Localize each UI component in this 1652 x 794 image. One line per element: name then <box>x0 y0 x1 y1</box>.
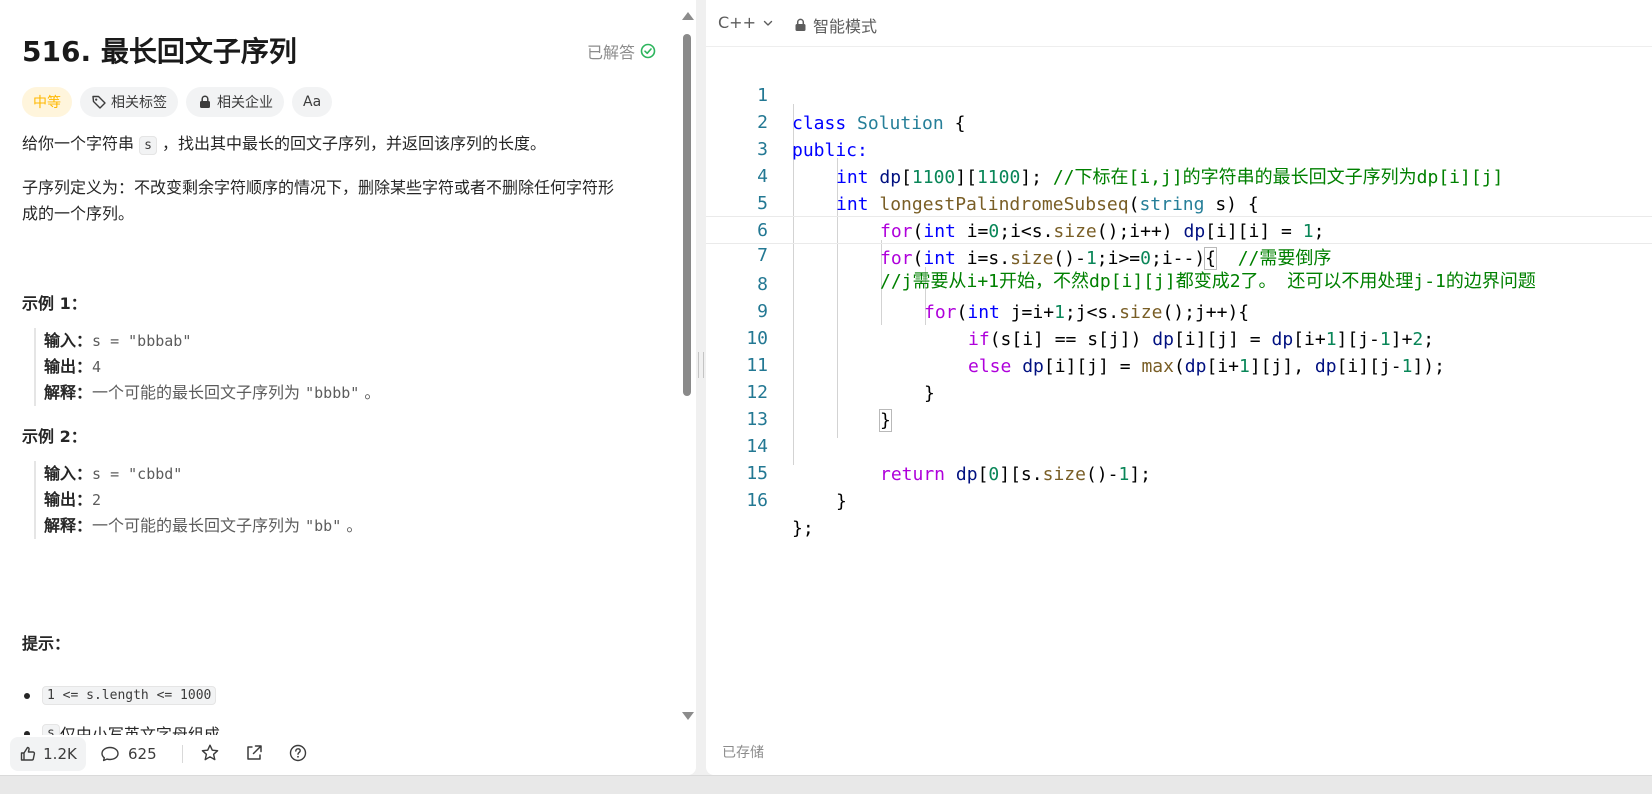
chevron-down-icon <box>763 20 773 26</box>
constraints-list: 1 <= s.length <= 1000 s 仅由小写英文字母组成 <box>22 676 642 735</box>
code-line: 13 <box>706 378 1652 430</box>
constraint-code: 1 <= s.length <= 1000 <box>42 685 217 705</box>
explain-text: 一个可能的最长回文子序列为 <box>92 383 306 402</box>
lock-icon <box>795 18 806 31</box>
constraint-item: 1 <= s.length <= 1000 <box>22 676 642 714</box>
explain-code: "bbbb" <box>305 384 360 402</box>
scrollbar-thumb[interactable] <box>683 34 691 396</box>
topics-tag-label: 相关标签 <box>111 95 167 111</box>
tag-icon <box>92 95 106 109</box>
line-number: 16 <box>746 490 768 511</box>
comment-icon <box>101 746 119 762</box>
panel-resize-handle[interactable] <box>698 352 704 378</box>
smart-mode-label: 智能模式 <box>813 17 878 36</box>
check-circle-icon <box>640 43 656 59</box>
translate-icon: Aa <box>303 94 322 110</box>
output-value: 2 <box>92 491 102 509</box>
problem-panel: 516. 最长回文子序列 已解答 中等 相关标签 相关企业 Aa 给你一个字符串… <box>0 0 696 775</box>
code-line: 5 for(int i=0;i<s.size();i++) dp[i][i] =… <box>706 162 1652 242</box>
desc-text: ，找出其中最长的回文子序列，并返回该序列的长度。 <box>156 134 547 153</box>
description-paragraph-2: 子序列定义为：不改变剩余字符顺序的情况下，删除某些字符或者不删除任何字符形成的一… <box>22 178 615 223</box>
divider <box>182 745 183 763</box>
saved-status: 已存储 <box>722 745 764 761</box>
explain-end: 。 <box>359 383 381 402</box>
output-label: 输出： <box>44 357 93 376</box>
example-2-block: 输入：s = "cbbd" 输出：2 解释：一个可能的最长回文子序列为 "bb"… <box>34 461 604 539</box>
description-paragraph-1: 给你一个字符串 s ，找出其中最长的回文子序列，并返回该序列的长度。 <box>22 131 652 159</box>
smart-mode-toggle[interactable]: 智能模式 <box>794 13 877 37</box>
code-line: 10 else dp[i][j] = max(dp[i+1][j], dp[i]… <box>706 297 1652 377</box>
code-line: 8 for(int j=i+1;j<s.size();j++){ <box>706 243 1652 323</box>
code-line: 11 } <box>706 324 1652 404</box>
code-line: 12 } <box>706 351 1652 432</box>
output-label: 输出： <box>44 490 93 509</box>
explain-label: 解释： <box>44 516 93 535</box>
constraint-text: 仅由小写英文字母组成 <box>59 725 220 735</box>
language-selector[interactable]: C++ <box>718 13 774 32</box>
comment-count: 625 <box>128 745 157 763</box>
explain-code: "bb" <box>305 517 342 535</box>
editor-toolbar: C++ 智能模式 <box>706 0 1652 47</box>
star-icon[interactable] <box>200 743 220 763</box>
code-line: 1 class Solution { <box>706 54 1652 134</box>
explain-label: 解释： <box>44 383 93 402</box>
lock-icon <box>200 95 210 108</box>
output-value: 4 <box>92 358 102 376</box>
like-count: 1.2K <box>43 745 77 763</box>
code-line: 14 return dp[0][s.size()-1]; <box>706 405 1652 485</box>
comments-button[interactable]: 625 <box>100 737 157 771</box>
code-line: 15 } <box>706 432 1652 512</box>
help-icon[interactable] <box>288 743 308 763</box>
explain-text: 一个可能的最长回文子序列为 <box>92 516 306 535</box>
code-text: }; <box>792 518 814 539</box>
code-line: 9 if(s[i] == s[j]) dp[i][j] = dp[i+1][j-… <box>706 270 1652 350</box>
code-editor-panel: C++ 智能模式 1 class Solution { 2 public: 3 … <box>706 0 1652 775</box>
solved-status[interactable]: 已解答 <box>587 39 656 63</box>
window-bottom-strip <box>0 775 1652 794</box>
inline-code: s <box>139 136 157 155</box>
code-line: 16 }; <box>706 459 1652 539</box>
input-label: 输入： <box>44 331 93 350</box>
constraint-item: s 仅由小写英文字母组成 <box>22 714 642 735</box>
translate-button[interactable]: Aa <box>292 87 333 117</box>
code-line: 2 public: <box>706 81 1652 161</box>
topics-tag-button[interactable]: 相关标签 <box>80 87 178 117</box>
code-line: 3 int dp[1100][1100]; //下标在[i,j]的字符串的最长回… <box>706 108 1652 188</box>
scroll-up-arrow-icon[interactable] <box>682 12 694 20</box>
companies-tag-button[interactable]: 相关企业 <box>186 87 284 117</box>
constraint-code: s <box>42 723 60 735</box>
code-line: 4 int longestPalindromeSubseq(string s) … <box>706 135 1652 215</box>
problem-content[interactable]: 516. 最长回文子序列 已解答 中等 相关标签 相关企业 Aa 给你一个字符串… <box>0 0 680 735</box>
tag-row: 中等 相关标签 相关企业 Aa <box>22 87 333 117</box>
code-text: } <box>836 491 847 512</box>
code-editor[interactable]: 1 class Solution { 2 public: 3 int dp[11… <box>706 54 1652 704</box>
input-value: s = "bbbab" <box>92 332 192 350</box>
title-row: 516. 最长回文子序列 已解答 <box>22 30 662 70</box>
input-value: s = "cbbd" <box>92 465 183 483</box>
problem-title[interactable]: 516. 最长回文子序列 <box>22 30 297 70</box>
companies-tag-label: 相关企业 <box>217 95 273 111</box>
code-line-current: 7 //j需要从i+1开始，不然dp[i][j]都变成2了。 还可以不用处理j-… <box>706 216 1652 292</box>
desc-text: 给你一个字符串 <box>22 134 140 153</box>
difficulty-badge[interactable]: 中等 <box>22 87 72 117</box>
code-line: 6 for(int i=s.size()-1;i>=0;i--){ //需要倒序 <box>706 189 1652 270</box>
thumbs-up-icon <box>20 746 36 761</box>
solved-label: 已解答 <box>586 43 635 62</box>
constraints-title: 提示： <box>22 634 71 653</box>
problem-action-bar: 1.2K 625 <box>0 735 696 775</box>
explain-end: 。 <box>341 516 363 535</box>
example-1-title: 示例 1： <box>22 294 87 313</box>
like-button[interactable]: 1.2K <box>10 737 86 771</box>
language-label: C++ <box>718 13 756 32</box>
share-icon[interactable] <box>244 743 264 763</box>
input-label: 输入： <box>44 464 93 483</box>
scroll-down-arrow-icon[interactable] <box>682 712 694 720</box>
example-1-block: 输入：s = "bbbab" 输出：4 解释：一个可能的最长回文子序列为 "bb… <box>34 328 604 406</box>
example-2-title: 示例 2： <box>22 427 87 446</box>
